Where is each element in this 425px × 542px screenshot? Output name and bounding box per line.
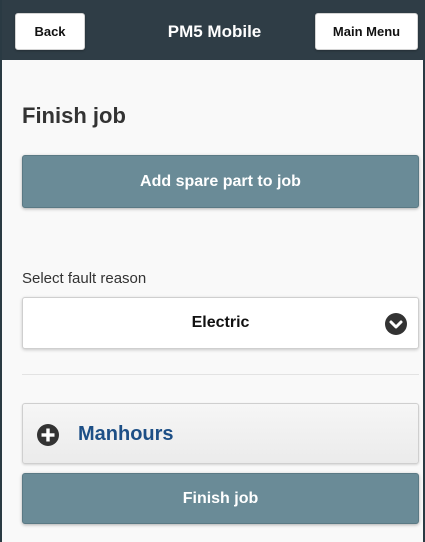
fault-reason-label: Select fault reason (22, 270, 147, 287)
manhours-label: Manhours (78, 423, 174, 445)
header-bar: Back PM5 Mobile Main Menu (2, 0, 425, 60)
divider (22, 374, 419, 375)
page-title: Finish job (22, 103, 126, 128)
chevron-down-icon (385, 313, 407, 335)
finish-job-button[interactable]: Finish job (22, 473, 419, 524)
add-spare-part-button[interactable]: Add spare part to job (22, 155, 419, 208)
plus-circle-icon (37, 424, 59, 446)
fault-reason-value: Electric (191, 314, 250, 331)
fault-reason-select[interactable]: Electric (22, 297, 419, 349)
main-menu-button[interactable]: Main Menu (315, 13, 418, 50)
app-frame: Back PM5 Mobile Main Menu Finish job Add… (0, 0, 425, 542)
manhours-collapsible[interactable]: Manhours (22, 403, 419, 464)
